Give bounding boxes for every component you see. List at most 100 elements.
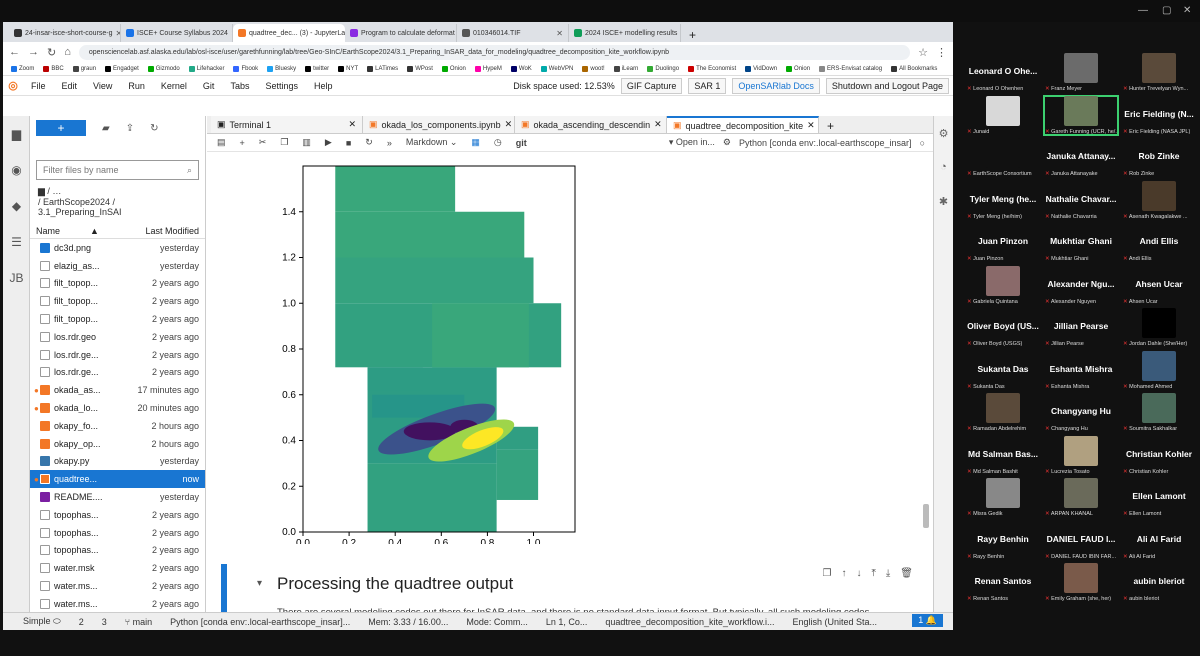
participant-tile[interactable]: Eric Fielding (N... ✕ Eric Fielding (NASA… [1121, 95, 1197, 136]
menu-git[interactable]: Git [195, 81, 223, 91]
file-row[interactable]: topophas... 2 years ago [30, 542, 205, 560]
collapse-caret-icon[interactable]: ▾ [257, 578, 262, 589]
bookmark-item[interactable]: LATimes [367, 65, 398, 72]
star-icon[interactable]: ☆ [918, 46, 928, 59]
menu-view[interactable]: View [85, 81, 120, 91]
participant-tile[interactable]: aubin bleriot ✕ aubin bleriot [1121, 562, 1197, 603]
insert-cell-icon[interactable]: + [240, 138, 245, 148]
bookmark-item[interactable]: Bluesky [267, 65, 296, 72]
reload-icon[interactable]: ↻ [47, 46, 56, 59]
back-icon[interactable]: ← [9, 46, 20, 58]
menu-icon[interactable]: ⋮ [936, 46, 947, 59]
bookmark-item[interactable]: Lifehacker [188, 65, 224, 72]
file-row[interactable]: water.msk 2 years ago [30, 559, 205, 577]
participant-tile[interactable]: ✕ Jordan Dahle (She/Her) [1121, 307, 1197, 348]
new-tab-icon[interactable]: + [681, 28, 704, 42]
bookmark-item[interactable]: WebVPN [540, 65, 573, 72]
browser-tab[interactable]: Program to calculate deformat✕ [345, 24, 457, 42]
bookmark-item[interactable]: Onion [786, 65, 810, 72]
participant-tile[interactable]: Alexander Ngu... ✕ Alexander Nguyen [1043, 265, 1119, 306]
participant-tile[interactable]: Nathalie Chavar... ✕ Nathalie Chavarria [1043, 180, 1119, 221]
gif-capture-button[interactable]: GIF Capture [620, 78, 683, 94]
settings-gear-icon[interactable]: ⚙ [723, 137, 731, 148]
participant-tile[interactable]: Leonard O Ohe... ✕ Leonard O Ohenhen [965, 52, 1041, 93]
bookmark-item[interactable]: Gizmodo [147, 65, 180, 72]
jupyterbook-icon[interactable]: JB [3, 260, 30, 296]
file-filter-input[interactable]: Filter files by name ⌕ [36, 160, 199, 180]
bookmark-item[interactable]: Zoom [11, 65, 34, 72]
file-row[interactable]: dc3d.png yesterday [30, 239, 205, 257]
browser-tab[interactable]: quadtree_dec... (3) - JupyterLab✕ [233, 24, 345, 42]
delete-icon[interactable]: 🗑 [900, 568, 913, 579]
notification-bell[interactable]: 1 🔔 [912, 614, 943, 627]
participant-tile[interactable]: ✕ Ramadan Abdelrehim [965, 392, 1041, 433]
participant-tile[interactable]: ✕ Gabriela Quintana [965, 265, 1041, 306]
participant-tile[interactable]: Mukhtiar Ghani ✕ Mukhtiar Ghani [1043, 222, 1119, 263]
participant-tile[interactable]: ✕ Soumitra Sakhalkar [1121, 392, 1197, 433]
participant-tile[interactable]: Sukanta Das ✕ Sukanta Das [965, 350, 1041, 391]
menu-tabs[interactable]: Tabs [222, 81, 257, 91]
bookmark-item[interactable]: twitter [305, 65, 329, 72]
participant-tile[interactable]: ✕ Mohamed Ahmed [1121, 350, 1197, 391]
tab-okada-ascending[interactable]: ▣ okada_ascending_descendin ✕ [515, 116, 667, 133]
bookmark-item[interactable]: Onion [441, 65, 466, 72]
refresh-icon[interactable]: ↻ [150, 123, 158, 134]
kernel-name[interactable]: Python [conda env:.local-earthscope_insa… [739, 138, 912, 148]
file-row[interactable]: okapy_op... 2 hours ago [30, 435, 205, 453]
menu-settings[interactable]: Settings [257, 81, 306, 91]
bookmark-item[interactable]: HypeM [474, 65, 502, 72]
participant-tile[interactable]: Christian Kohler ✕ Christian Kohler [1121, 435, 1197, 476]
bookmark-item[interactable]: VidDown [745, 65, 777, 72]
participant-tile[interactable]: Renan Santos ✕ Renan Santos [965, 562, 1041, 603]
participant-tile[interactable]: Rayy Benhin ✕ Rayy Benhin [965, 520, 1041, 561]
participant-tile[interactable]: Changyang Hu ✕ Changyang Hu [1043, 392, 1119, 433]
simple-mode-toggle[interactable]: Simple ⬭ [23, 616, 61, 627]
language-selector[interactable]: English (United Sta... [792, 617, 877, 627]
restart-icon[interactable]: ↻ [365, 137, 373, 148]
bookmark-item[interactable]: WPost [407, 65, 433, 72]
new-launcher-button[interactable]: + [36, 120, 86, 136]
minimize-icon[interactable]: — [1138, 5, 1148, 16]
open-in-button[interactable]: ▾ Open in... [669, 137, 715, 148]
fast-forward-icon[interactable]: » [387, 138, 392, 148]
participant-tile[interactable]: Ali Al Farid ✕ Ali Al Farid [1121, 520, 1197, 561]
browser-tab[interactable]: 2024 ISCE+ modelling results✕ [569, 24, 681, 42]
participant-tile[interactable]: ✕ Gareth Funning (UCR, he/... [1043, 94, 1119, 136]
git-icon[interactable]: ◆ [3, 188, 30, 224]
menu-run[interactable]: Run [120, 81, 153, 91]
breadcrumb[interactable]: ▆ / … / EarthScope2024 / 3.1_Preparing_I… [30, 180, 205, 217]
cell-type-select[interactable]: Markdown ⌄ [406, 137, 458, 148]
bookmark-item[interactable]: graun [72, 65, 96, 72]
insert-below-icon[interactable]: ⤓ [886, 568, 890, 579]
participant-tile[interactable]: Eshanta Mishra ✕ Eshanta Mishra [1043, 350, 1119, 391]
participant-tile[interactable]: ✕ EarthScope Consortium [965, 137, 1041, 178]
stop-icon[interactable]: ■ [346, 138, 351, 148]
maximize-icon[interactable]: ▢ [1162, 5, 1171, 16]
bookmark-item[interactable]: Duolingo [647, 65, 679, 72]
participant-tile[interactable]: Juan Pinzon ✕ Juan Pinzon [965, 222, 1041, 263]
file-row[interactable]: ● okada_lo... 20 minutes ago [30, 399, 205, 417]
menu-kernel[interactable]: Kernel [153, 81, 195, 91]
participant-tile[interactable]: Ellen Lamont ✕ Ellen Lamont [1121, 477, 1197, 518]
upload-icon[interactable]: ⇪ [126, 123, 134, 134]
bookmark-item[interactable]: woot! [582, 65, 605, 72]
tab-terminal[interactable]: ▣ Terminal 1 ✕ [211, 116, 363, 133]
scrollbar-thumb[interactable] [923, 504, 929, 528]
name-column-header[interactable]: Name [36, 226, 60, 236]
url-field[interactable]: opensciencelab.asf.alaska.edu/lab/osl-is… [78, 44, 911, 60]
participant-tile[interactable]: ✕ Emily Graham (she, her) [1043, 562, 1119, 603]
participant-tile[interactable]: Jillian Pearse ✕ Jillian Pearse [1043, 307, 1119, 348]
move-up-icon[interactable]: ↑ [841, 568, 846, 579]
git-toolbar-label[interactable]: git [516, 138, 527, 148]
cut-icon[interactable]: ✂ [259, 137, 267, 148]
insert-above-icon[interactable]: ⤒ [871, 568, 875, 579]
sar1-button[interactable]: SAR 1 [688, 78, 727, 94]
participant-tile[interactable]: Oliver Boyd (US... ✕ Oliver Boyd (USGS) [965, 307, 1041, 348]
file-row[interactable]: ● okada_as... 17 minutes ago [30, 381, 205, 399]
bookmark-item[interactable]: WoK [510, 65, 532, 72]
toc-toggle-icon[interactable]: ▦ [471, 137, 480, 148]
new-folder-icon[interactable]: ▰ [102, 123, 110, 134]
file-row[interactable]: filt_topop... 2 years ago [30, 310, 205, 328]
save-icon[interactable]: ▤ [217, 137, 226, 148]
participant-tile[interactable]: ✕ Franz Meyer [1043, 52, 1119, 93]
